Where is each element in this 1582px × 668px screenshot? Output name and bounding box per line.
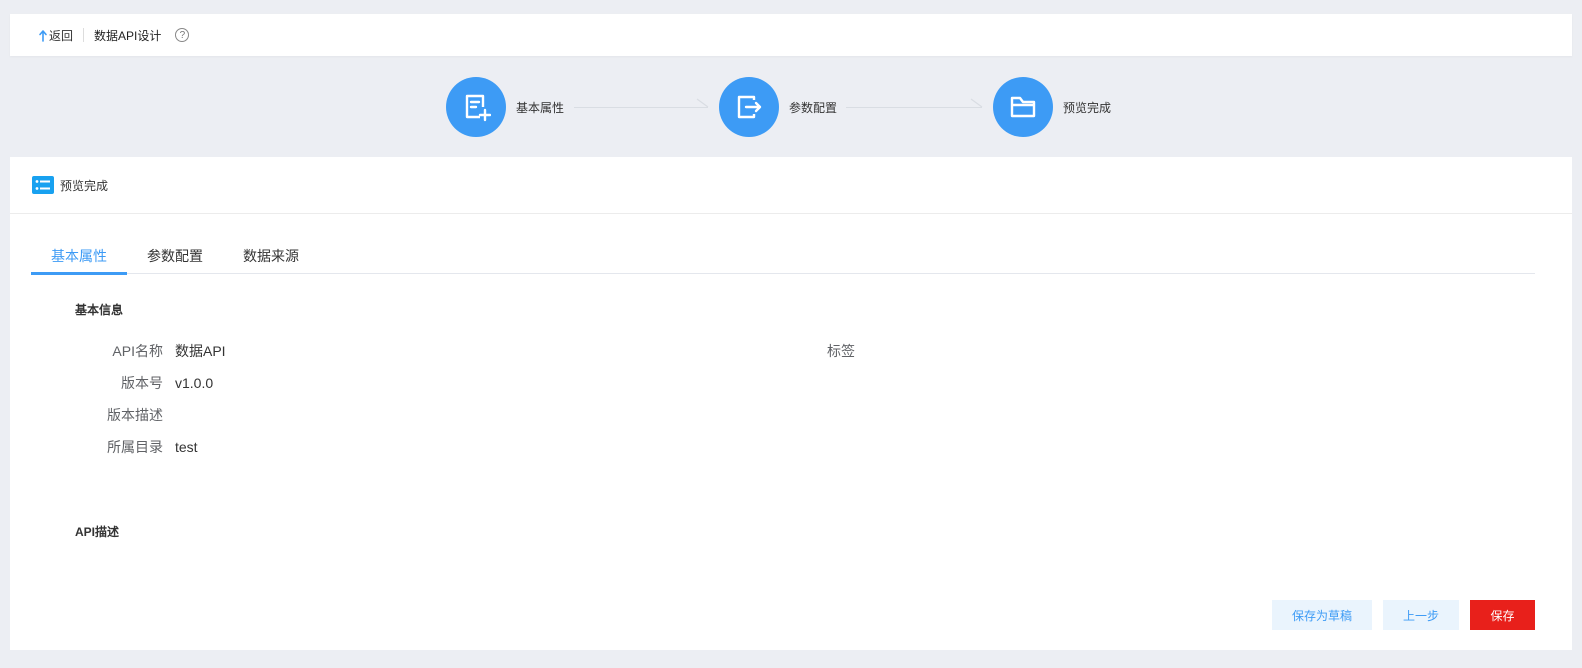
step-label: 预览完成	[1063, 100, 1112, 115]
card-title: 预览完成	[60, 178, 109, 193]
save-button[interactable]: 保存	[1470, 600, 1535, 630]
preview-card: 预览完成 基本属性 参数配置 数据来源 基本信息 API名称 数据API 版本号…	[10, 157, 1572, 650]
back-button[interactable]: 返回	[38, 27, 73, 44]
field-api-name: API名称 数据API	[75, 341, 226, 361]
help-glyph: ?	[179, 29, 186, 41]
field-label: 标签	[827, 343, 855, 359]
prev-step-button[interactable]: 上一步	[1383, 600, 1459, 630]
export-icon	[737, 95, 762, 119]
section-basic-info: 基本信息	[75, 303, 124, 317]
field-value: v1.0.0	[175, 375, 214, 391]
topbar-divider	[83, 28, 85, 42]
field-tags: 标签	[767, 341, 867, 361]
step-circle	[719, 77, 779, 137]
step-label: 基本属性	[516, 100, 565, 115]
list-icon	[32, 176, 54, 194]
step-connector	[846, 107, 982, 108]
tab-label: 基本属性	[51, 247, 107, 264]
field-version-desc: 版本描述	[75, 405, 175, 425]
tab-label: 参数配置	[147, 247, 203, 264]
question-circle-icon[interactable]: ?	[175, 28, 190, 42]
field-label: API名称	[112, 343, 163, 359]
tab-bar: 基本属性 参数配置 数据来源	[31, 237, 1535, 275]
tab-param-config[interactable]: 参数配置	[127, 237, 223, 274]
arrow-up-back-icon	[39, 29, 47, 42]
back-label: 返回	[49, 28, 74, 43]
card-header: 预览完成	[10, 157, 1572, 214]
chevron-right-icon	[970, 98, 983, 108]
field-label: 所属目录	[107, 439, 163, 455]
step-basic-properties: 基本属性	[446, 77, 564, 137]
step-label: 参数配置	[789, 100, 838, 115]
step-circle	[446, 77, 506, 137]
chevron-right-icon	[696, 98, 709, 108]
field-value: test	[175, 439, 198, 455]
step-circle	[993, 77, 1053, 137]
section-api-desc: API描述	[75, 525, 120, 539]
field-label: 版本描述	[107, 407, 163, 423]
page-title: 数据API设计	[94, 28, 162, 43]
field-label: 版本号	[121, 375, 163, 391]
document-add-icon	[465, 94, 491, 122]
tab-label: 数据来源	[243, 247, 299, 264]
step-progress: 基本属性 参数配置 预览完成	[0, 77, 1582, 137]
tab-basic-properties[interactable]: 基本属性	[31, 237, 127, 275]
step-connector	[574, 107, 708, 108]
field-value: 数据API	[175, 343, 226, 359]
step-param-config: 参数配置	[719, 77, 837, 137]
field-directory: 所属目录 test	[75, 437, 198, 457]
save-draft-button[interactable]: 保存为草稿	[1272, 600, 1372, 630]
top-bar: 返回 数据API设计 ?	[10, 14, 1572, 56]
step-preview-complete: 预览完成	[993, 77, 1111, 137]
field-version: 版本号 v1.0.0	[75, 373, 213, 393]
tab-data-source[interactable]: 数据来源	[223, 237, 319, 274]
folder-icon	[1010, 96, 1036, 118]
